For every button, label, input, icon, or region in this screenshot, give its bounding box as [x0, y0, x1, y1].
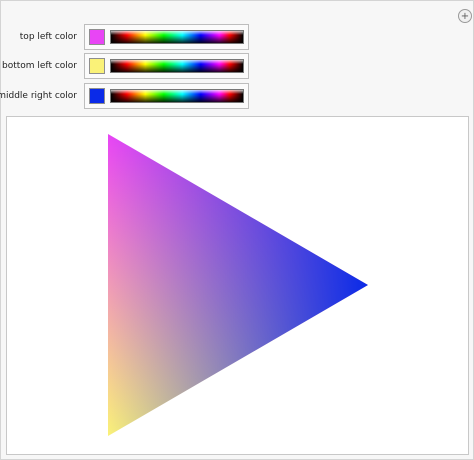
top-left-color-spectrum[interactable]: [110, 30, 244, 44]
triangle-right-gradient: [108, 134, 368, 436]
middle-right-color-row: middle right color: [0, 83, 261, 109]
gradient-triangle-graphic: [108, 134, 368, 436]
demonstration-panel: + top left color bottom left color middl…: [0, 0, 474, 460]
bottom-left-color-control[interactable]: [84, 53, 249, 79]
bottom-left-color-spectrum[interactable]: [110, 59, 244, 73]
middle-right-color-swatch[interactable]: [89, 88, 105, 104]
top-left-color-row: top left color: [1, 24, 261, 50]
triangle-canvas: [6, 116, 469, 455]
middle-right-color-spectrum[interactable]: [110, 89, 244, 103]
middle-right-color-control[interactable]: [84, 83, 249, 109]
bottom-left-color-swatch[interactable]: [89, 58, 105, 74]
middle-right-color-label: middle right color: [0, 91, 77, 101]
bottom-left-color-label: bottom left color: [1, 61, 77, 71]
bottom-left-color-row: bottom left color: [1, 53, 261, 79]
plus-icon[interactable]: +: [458, 9, 472, 23]
top-left-color-control[interactable]: [84, 24, 249, 50]
top-left-color-swatch[interactable]: [89, 29, 105, 45]
top-left-color-label: top left color: [19, 32, 77, 42]
